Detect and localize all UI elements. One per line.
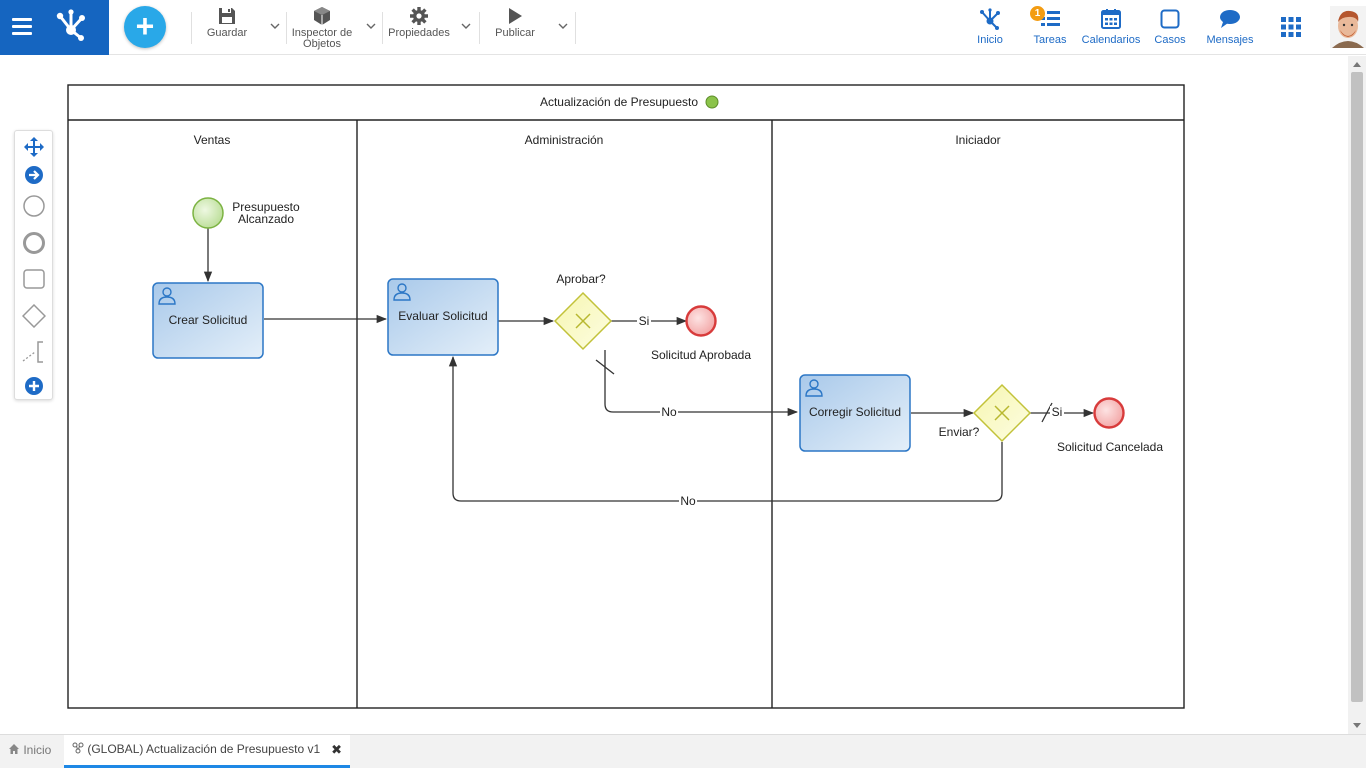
connect-arrow-icon[interactable] — [22, 163, 46, 187]
tab-home-label: Inicio — [23, 743, 52, 757]
gateway-tool-icon[interactable] — [22, 304, 46, 328]
flow-label-send-no: No — [680, 494, 696, 508]
start-event[interactable] — [192, 197, 224, 229]
task-tool-icon[interactable] — [22, 267, 46, 291]
flow-label-send-yes: Si — [1052, 405, 1063, 419]
status-dot-icon — [705, 95, 719, 109]
end-event-approved-label: Solicitud Aprobada — [651, 348, 751, 362]
task-create-label: Crear Solicitud — [169, 313, 248, 327]
flow-label-approve-yes: Si — [639, 314, 650, 328]
bpmn-diagram: Actualización de Presupuesto Ventas Admi… — [67, 84, 1185, 709]
move-arrows-icon[interactable] — [22, 135, 46, 159]
task-correct-label: Corregir Solicitud — [809, 405, 901, 419]
element-palette — [14, 130, 53, 400]
gateway-approve[interactable] — [553, 291, 613, 351]
tab-home[interactable]: Inicio — [0, 735, 59, 768]
tab-process-label: (GLOBAL) Actualización de Presupuesto v1 — [87, 742, 321, 756]
end-event-tool-icon[interactable] — [22, 231, 46, 255]
end-event-cancelled-label: Solicitud Cancelada — [1057, 440, 1163, 454]
pool-title: Actualización de Presupuesto — [540, 95, 698, 109]
add-circle-icon[interactable] — [22, 374, 46, 398]
gateway-approve-label: Aprobar? — [556, 272, 606, 286]
start-event-tool-icon[interactable] — [22, 194, 46, 218]
lane-iniciador-title: Iniciador — [955, 133, 1000, 147]
lane-administracion-title: Administración — [525, 133, 604, 147]
tab-process-diagram[interactable]: (GLOBAL) Actualización de Presupuesto v1… — [64, 735, 350, 768]
task-correct-request[interactable]: Corregir Solicitud — [799, 374, 911, 452]
gateway-send[interactable] — [972, 383, 1032, 443]
pool[interactable]: Actualización de Presupuesto — [67, 84, 1185, 709]
gateway-send-label: Enviar? — [939, 425, 980, 439]
bottom-tab-bar: Inicio (GLOBAL) Actualización de Presupu… — [0, 734, 1366, 768]
home-icon — [9, 744, 19, 754]
flow-send-no[interactable] — [448, 355, 1003, 502]
lane-ventas-title: Ventas — [194, 133, 231, 147]
close-tab-icon[interactable]: ✖ — [331, 735, 342, 764]
process-icon — [72, 742, 84, 754]
start-event-label-line2: Alcanzado — [238, 212, 294, 226]
end-event-cancelled[interactable] — [1093, 397, 1125, 429]
end-event-approved[interactable] — [685, 305, 717, 337]
task-evaluate-request[interactable]: Evaluar Solicitud — [387, 278, 499, 356]
annotation-tool-icon[interactable] — [22, 340, 46, 364]
task-create-request[interactable]: Crear Solicitud — [152, 282, 264, 359]
task-evaluate-label: Evaluar Solicitud — [398, 309, 487, 323]
flow-label-approve-no: No — [661, 405, 677, 419]
